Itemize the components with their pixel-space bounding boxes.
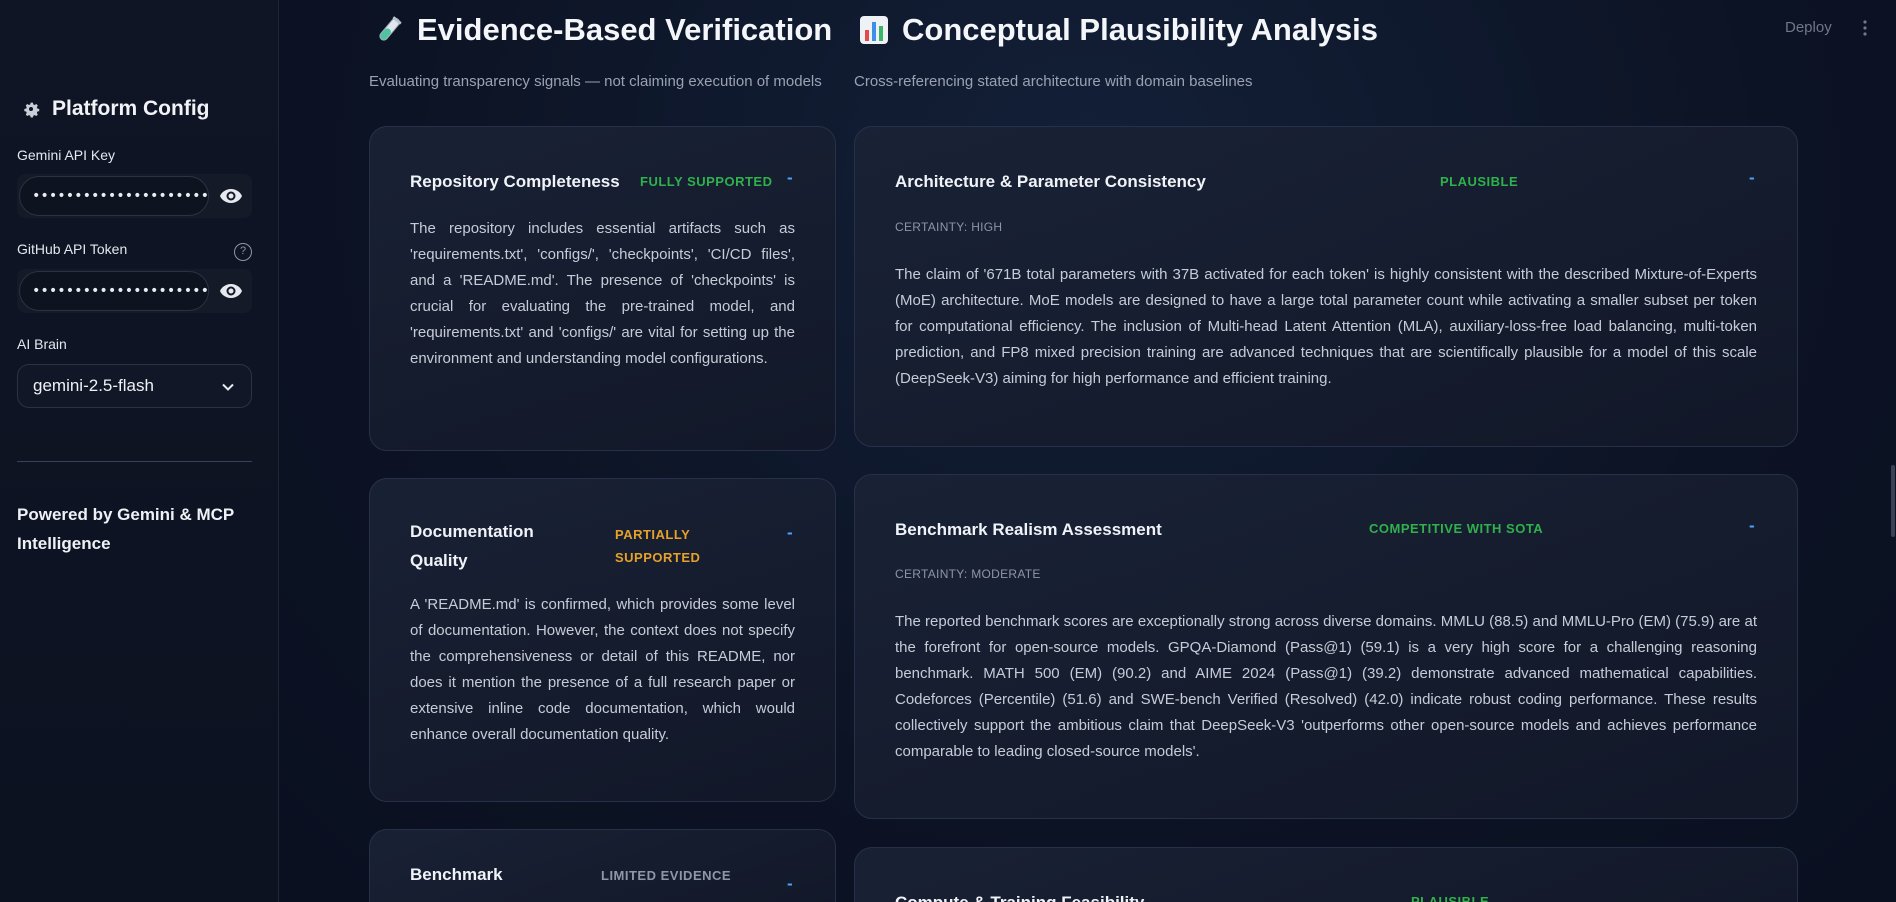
certainty-label: CERTAINTY: HIGH xyxy=(895,220,1003,234)
status-badge: PARTIALLY SUPPORTED xyxy=(615,527,701,565)
gemini-api-key-group: •••••••••••••••••••••••••••••••• xyxy=(17,174,252,218)
more-menu-icon[interactable] xyxy=(1862,18,1868,38)
left-column-header: Evidence-Based Verification xyxy=(373,12,832,48)
right-column-subtitle: Cross-referencing stated architecture wi… xyxy=(854,73,1253,90)
card-title: Documentation Quality xyxy=(410,522,534,570)
bar-chart-icon xyxy=(860,16,888,44)
collapse-toggle[interactable]: - xyxy=(787,523,793,543)
chevron-down-icon xyxy=(222,383,234,391)
right-column-title: Conceptual Plausibility Analysis xyxy=(902,12,1379,47)
card-title: Repository Completeness xyxy=(410,172,620,191)
card-benchmark-realism: Benchmark Realism Assessment COMPETITIVE… xyxy=(854,474,1798,819)
github-api-token-group: •••••••••••••••••••••••••••••••• xyxy=(17,269,252,313)
ai-brain-label: AI Brain xyxy=(17,336,67,352)
deploy-button[interactable]: Deploy xyxy=(1785,19,1832,36)
card-compute-feasibility: Compute & Training Feasibility PLAUSIBLE xyxy=(854,847,1798,902)
sidebar-title: Platform Config xyxy=(20,97,210,121)
card-repository-completeness: Repository Completeness FULLY SUPPORTED … xyxy=(369,126,836,451)
sidebar-title-text: Platform Config xyxy=(52,97,210,120)
status-badge: PLAUSIBLE xyxy=(1440,174,1519,189)
card-documentation-quality: Documentation Quality PARTIALLY SUPPORTE… xyxy=(369,478,836,802)
gemini-api-key-label: Gemini API Key xyxy=(17,147,116,163)
card-benchmark: Benchmark LIMITED EVIDENCE - xyxy=(369,829,836,902)
collapse-toggle[interactable]: - xyxy=(787,168,793,188)
card-body: The claim of '671B total parameters with… xyxy=(895,266,1757,387)
status-badge: PLAUSIBLE xyxy=(1411,894,1490,902)
status-badge: LIMITED EVIDENCE xyxy=(601,868,732,883)
collapse-toggle[interactable]: - xyxy=(787,874,793,894)
ai-brain-select[interactable]: gemini-2.5-flash xyxy=(17,364,252,408)
sidebar-footer: Powered by Gemini & MCP Intelligence xyxy=(17,505,234,553)
ai-brain-value: gemini-2.5-flash xyxy=(33,376,154,395)
scrollbar-thumb[interactable] xyxy=(1891,465,1895,537)
card-architecture-consistency: Architecture & Parameter Consistency PLA… xyxy=(854,126,1798,447)
left-column-subtitle: Evaluating transparency signals — not cl… xyxy=(369,73,822,90)
github-api-token-label: GitHub API Token xyxy=(17,241,128,257)
card-title: Compute & Training Feasibility xyxy=(895,888,1144,902)
card-body: A 'README.md' is confirmed, which provid… xyxy=(410,596,795,743)
sidebar: Platform Config Gemini API Key •••••••••… xyxy=(0,0,279,902)
gemini-api-key-input[interactable]: •••••••••••••••••••••••••••••••• xyxy=(19,176,209,216)
collapse-toggle[interactable]: - xyxy=(1749,516,1755,536)
status-badge: FULLY SUPPORTED xyxy=(640,174,773,189)
left-column-title: Evidence-Based Verification xyxy=(417,12,833,47)
eye-icon[interactable] xyxy=(219,281,243,301)
card-body: The reported benchmark scores are except… xyxy=(895,613,1757,760)
collapse-toggle[interactable]: - xyxy=(1749,168,1755,188)
card-title: Architecture & Parameter Consistency xyxy=(895,172,1206,191)
right-column-header: Conceptual Plausibility Analysis xyxy=(858,12,1378,48)
card-title: Benchmark Realism Assessment xyxy=(895,520,1162,539)
card-body: The repository includes essential artifa… xyxy=(410,220,795,367)
certainty-label: CERTAINTY: MODERATE xyxy=(895,567,1041,581)
help-icon[interactable]: ? xyxy=(234,243,252,261)
github-api-token-input[interactable]: •••••••••••••••••••••••••••••••• xyxy=(19,271,209,311)
status-badge: COMPETITIVE WITH SOTA xyxy=(1369,521,1544,536)
eye-icon[interactable] xyxy=(219,186,243,206)
gear-icon xyxy=(24,102,40,118)
card-title: Benchmark xyxy=(410,865,503,884)
test-tube-icon xyxy=(379,16,402,41)
sidebar-divider xyxy=(17,461,252,462)
